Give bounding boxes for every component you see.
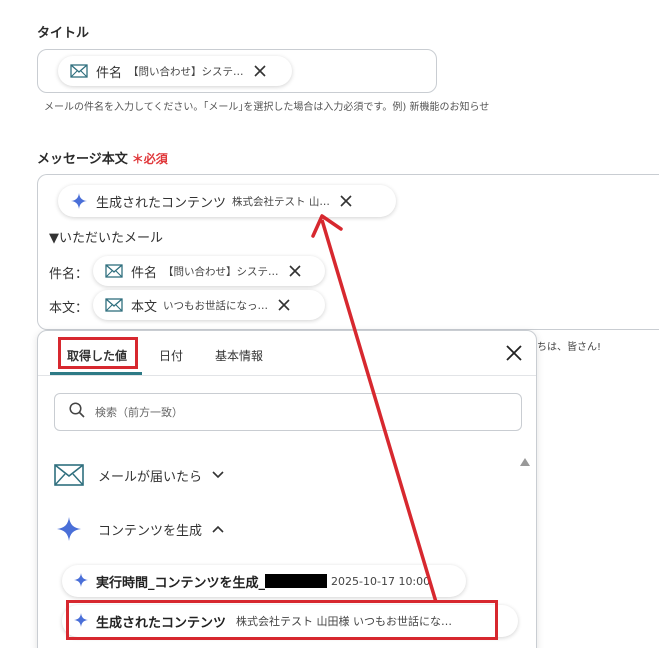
mail-icon: [105, 297, 123, 313]
search-input[interactable]: [93, 404, 493, 420]
mail-icon: [54, 464, 84, 486]
required-mark: ＊必須: [131, 152, 168, 166]
generated-content-chip[interactable]: 生成されたコンテンツ 株式会社テスト 山…: [58, 185, 396, 217]
chip-value: いつもお世話になっ…: [163, 299, 269, 312]
remove-chip-icon[interactable]: [278, 299, 290, 311]
tab-divider: [38, 375, 536, 376]
message-body-input[interactable]: 生成されたコンテンツ 株式会社テスト 山… ▼いただいたメール 件名： 件名 【…: [37, 174, 659, 330]
remove-chip-icon[interactable]: [340, 195, 352, 207]
value-picker-popup: 取得した値 日付 基本情報 メールが届いたら: [37, 330, 537, 648]
sparkle-icon: [74, 572, 88, 591]
result-value: 2025-10-17 10:00: [331, 574, 431, 588]
body-line-label: 本文：: [49, 301, 89, 316]
highlight-result-box: [66, 600, 498, 640]
message-field-label: メッセージ本文 ＊必須: [37, 148, 168, 167]
message-label-text: メッセージ本文: [37, 152, 128, 167]
received-mail-line: ▼いただいたメール: [49, 231, 163, 246]
remove-chip-icon[interactable]: [253, 65, 266, 77]
chevron-up-icon: [212, 525, 224, 533]
title-field-hint: メールの件名を入力してください。｢メール｣を選択した場合は入力必須です。例) 新…: [44, 102, 490, 113]
sparkle-icon: [54, 517, 84, 541]
redaction-bar: [265, 574, 328, 588]
search-icon: [69, 402, 85, 422]
group-label: メールが届いたら: [98, 469, 203, 485]
result-name: 実行時間_コンテンツを生成_: [96, 575, 266, 591]
chip-name: 生成されたコンテンツ: [96, 195, 227, 211]
chip-name: 件名: [131, 265, 158, 281]
result-execution-time[interactable]: 実行時間_コンテンツを生成_ 2025-10-17 10:00: [62, 565, 466, 597]
chip-value: 株式会社テスト 山…: [232, 195, 330, 208]
sparkle-icon: [70, 193, 88, 209]
remove-chip-icon[interactable]: [288, 265, 301, 277]
title-input[interactable]: 件名 【問い合わせ】システ…: [37, 49, 437, 93]
chevron-down-icon: [212, 471, 224, 479]
mail-icon: [70, 63, 88, 79]
title-field-label: タイトル: [37, 26, 90, 41]
body-chip[interactable]: 本文 いつもお世話になっ…: [93, 290, 325, 320]
subject-line-label: 件名：: [49, 267, 89, 282]
scroll-up-arrow-icon[interactable]: [520, 451, 530, 470]
highlight-tab-box: [58, 337, 138, 369]
subject-chip[interactable]: 件名 【問い合わせ】システ…: [93, 256, 325, 286]
search-box[interactable]: [54, 393, 522, 431]
tab-date[interactable]: 日付: [159, 347, 183, 364]
tab-basic-info[interactable]: 基本情報: [215, 347, 263, 364]
page: タイトル 件名 【問い合わせ】システ… メールの件名を入力してください。｢メール…: [0, 0, 659, 648]
close-icon[interactable]: [506, 345, 522, 365]
chip-name: 件名: [96, 65, 123, 81]
group-mail-received[interactable]: メールが届いたら: [54, 464, 224, 486]
body-overflow-text: ちは、皆さん!: [537, 342, 602, 353]
chip-name: 本文: [131, 299, 158, 315]
group-label: コンテンツを生成: [98, 523, 203, 539]
group-generate-content[interactable]: コンテンツを生成: [54, 517, 224, 541]
title-subject-chip[interactable]: 件名 【問い合わせ】システ…: [58, 56, 292, 86]
chip-value: 【問い合わせ】システ…: [163, 265, 279, 278]
mail-icon: [105, 263, 123, 279]
chip-value: 【問い合わせ】システ…: [128, 65, 244, 78]
